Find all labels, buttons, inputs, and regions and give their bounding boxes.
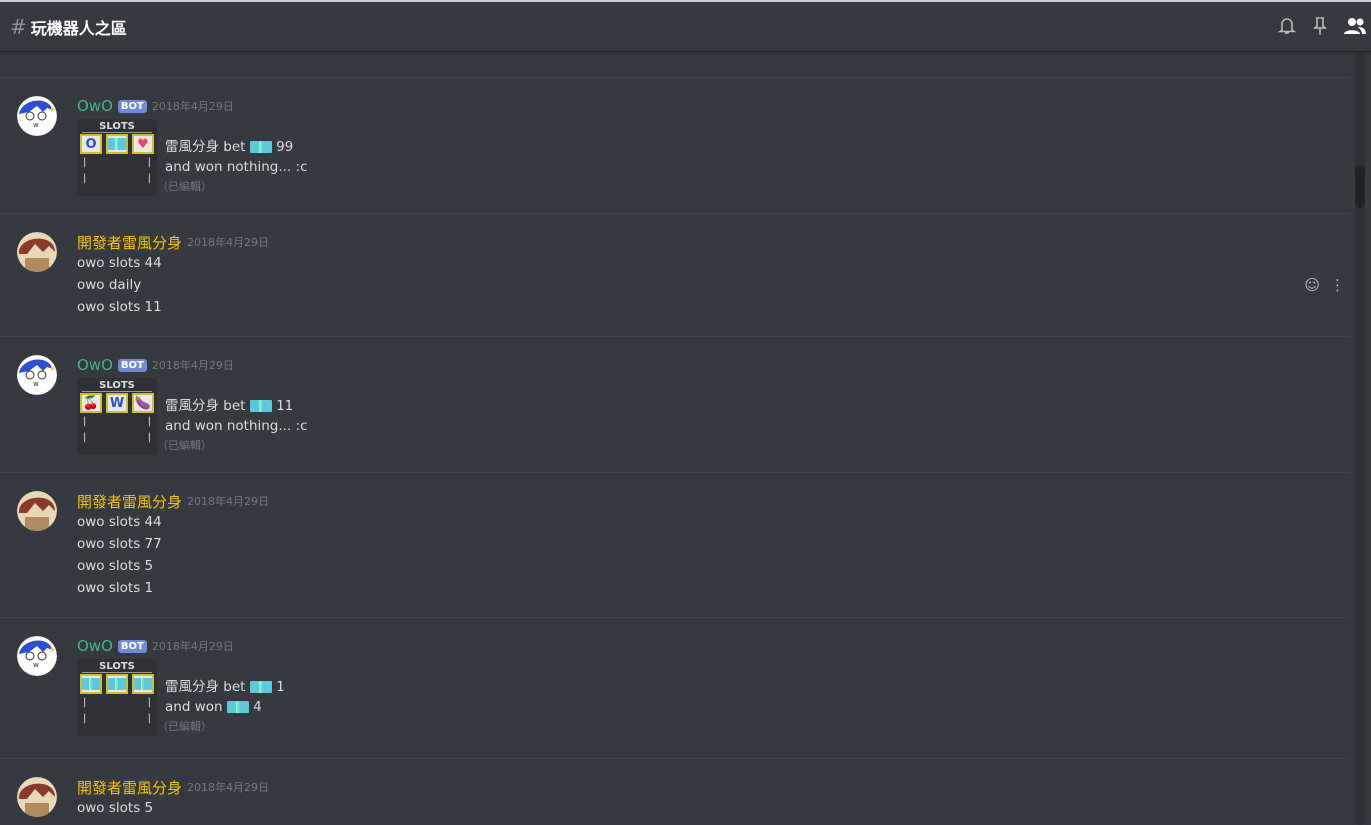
message-group: 開發者雷風分身 2018年4月29日 owo slots 5 — [0, 758, 1351, 819]
message-line: owo slots 77 — [77, 536, 162, 552]
slots-title: SLOTS — [82, 380, 152, 392]
result-line: and won 4 — [165, 699, 262, 715]
timestamp: 2018年4月29日 — [187, 236, 270, 249]
message-line: owo slots 5 — [77, 558, 154, 574]
message-line: owo slots 5 — [77, 800, 154, 816]
avatar[interactable] — [17, 491, 57, 531]
author-name[interactable]: OwO — [77, 356, 113, 374]
result-line: and won nothing... :c — [165, 159, 308, 175]
svg-text:w: w — [33, 121, 39, 129]
ticket-emoji-icon — [106, 134, 128, 154]
message-group: w OwO BOT 2018年4月29日 SLOTS O ♥ | | | | 雷風分身 bet 99 a… — [0, 77, 1351, 197]
message-group: 開發者雷風分身 2018年4月29日 owo slots 44 owo slots 7… — [0, 472, 1351, 599]
ticket-emoji-icon — [80, 674, 102, 694]
timestamp: 2018年4月29日 — [187, 495, 270, 508]
slot-reel: W — [106, 393, 128, 413]
avatar[interactable]: w — [17, 96, 57, 136]
avatar[interactable] — [17, 777, 57, 817]
bet-line: 雷風分身 bet 1 — [165, 679, 285, 695]
timestamp: 2018年4月29日 — [151, 100, 234, 113]
ticket-emoji-icon — [132, 674, 154, 694]
hash-icon: # — [10, 14, 27, 39]
author-name[interactable]: 開發者雷風分身 — [77, 777, 182, 798]
message-actions: ☺ ⋮ — [1304, 276, 1345, 294]
members-icon[interactable] — [1343, 16, 1367, 36]
channel-header: # 玩機器人之區 — [0, 0, 1371, 51]
bell-icon[interactable] — [1277, 16, 1297, 36]
channel-title: 玩機器人之區 — [30, 18, 127, 38]
message-group: w OwO BOT 2018年4月29日 SLOTS 🍒 W 🍆 | | | | 雷風分身 bet 11… — [0, 336, 1351, 456]
avatar[interactable]: w — [17, 355, 57, 395]
edited-label: （已編輯） — [157, 180, 212, 193]
message-line: owo slots 44 — [77, 514, 162, 530]
message-line: owo slots 11 — [77, 299, 162, 315]
ticket-emoji-icon — [226, 701, 249, 713]
timestamp: 2018年4月29日 — [187, 781, 270, 794]
svg-text:w: w — [33, 661, 39, 669]
author-name[interactable]: 開發者雷風分身 — [77, 491, 182, 512]
svg-text:w: w — [33, 380, 39, 388]
slots-display: SLOTS | | | | — [77, 659, 157, 736]
edited-label: （已編輯） — [157, 439, 212, 452]
edited-label: （已編輯） — [157, 720, 212, 733]
slots-display: SLOTS O ♥ | | | | — [77, 119, 157, 196]
avatar[interactable]: w — [17, 636, 57, 676]
timestamp: 2018年4月29日 — [151, 640, 234, 653]
author-name[interactable]: OwO — [77, 97, 113, 115]
scrollbar-thumb[interactable] — [1355, 165, 1365, 208]
message-line: owo slots 44 — [77, 255, 162, 271]
avatar[interactable] — [17, 232, 57, 272]
timestamp: 2018年4月29日 — [151, 359, 234, 372]
message-group: 開發者雷風分身 2018年4月29日 owo slots 44 owo daily ow… — [0, 213, 1351, 318]
message-line: owo slots 1 — [77, 580, 154, 596]
bet-line: 雷風分身 bet 99 — [165, 139, 294, 155]
result-line: and won nothing... :c — [165, 418, 308, 434]
message-line: owo daily — [77, 277, 142, 293]
add-reaction-icon[interactable]: ☺ — [1304, 276, 1320, 294]
bot-badge: BOT — [117, 99, 147, 113]
message-group: w OwO BOT 2018年4月29日 SLOTS | | | | 雷風分身 bet 1 and … — [0, 617, 1351, 737]
ticket-emoji-icon — [106, 674, 128, 694]
more-icon[interactable]: ⋮ — [1330, 276, 1345, 294]
slot-reel: 🍒 — [80, 393, 102, 413]
slots-title: SLOTS — [82, 121, 152, 133]
pin-icon[interactable] — [1311, 16, 1329, 36]
slot-reel: O — [80, 134, 102, 154]
slots-title: SLOTS — [82, 661, 152, 673]
ticket-emoji-icon — [249, 141, 272, 153]
bet-line: 雷風分身 bet 11 — [165, 398, 294, 414]
author-name[interactable]: 開發者雷風分身 — [77, 232, 182, 253]
slot-reel: 🍆 — [132, 393, 154, 413]
bot-badge: BOT — [117, 639, 147, 653]
ticket-emoji-icon — [249, 681, 272, 693]
slot-reel: ♥ — [132, 134, 154, 154]
ticket-emoji-icon — [249, 400, 272, 412]
author-name[interactable]: OwO — [77, 637, 113, 655]
bot-badge: BOT — [117, 358, 147, 372]
slots-display: SLOTS 🍒 W 🍆 | | | | — [77, 378, 157, 455]
